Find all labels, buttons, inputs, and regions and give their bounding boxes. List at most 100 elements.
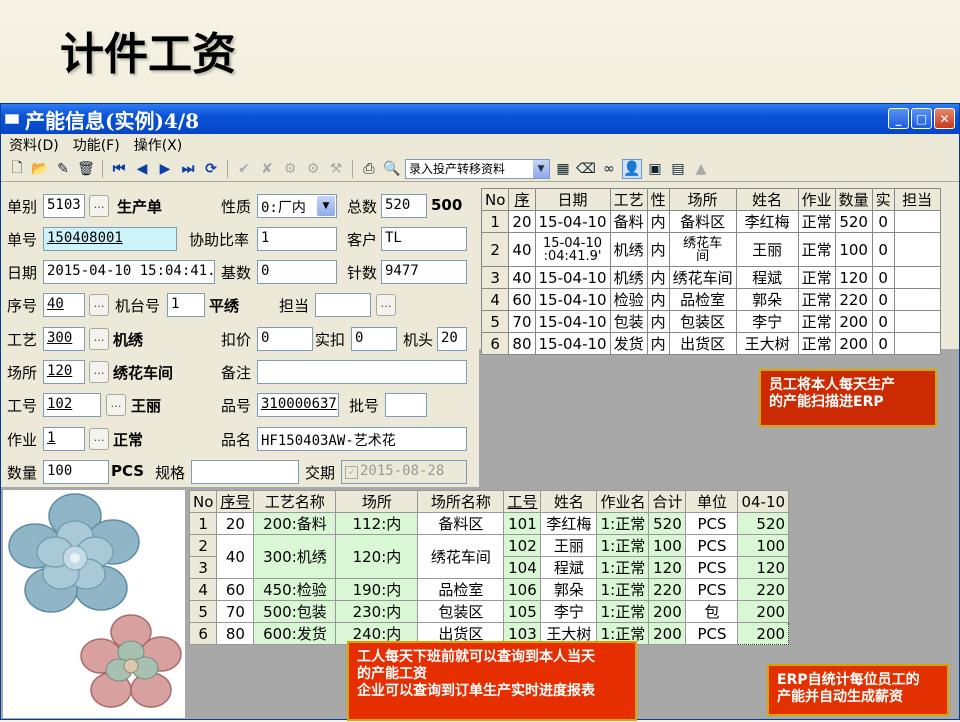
xiezhu-input[interactable]: 1 [257, 227, 337, 251]
grid2-header[interactable]: 合计 [648, 490, 687, 513]
confirm-icon[interactable]: ✔ [234, 159, 254, 179]
grid1-header[interactable]: 担当 [893, 188, 941, 211]
wage-summary-grid[interactable]: No 序号 工艺名称 场所 场所名称 工号 姓名 作业名 合计 单位 04-10… [188, 490, 790, 645]
kehu-input[interactable]: TL [381, 227, 467, 251]
open-folder-icon[interactable]: 📂 [30, 159, 50, 179]
gongyi-input[interactable]: 300 [43, 327, 85, 351]
grid1-header[interactable]: 实 [871, 188, 895, 211]
zuoye-lookup-button[interactable]: … [89, 428, 109, 450]
grid2-header[interactable]: 单位 [685, 490, 739, 513]
pinming-input[interactable]: HF150403AW-艺术花 [257, 427, 467, 451]
zhenshu-input[interactable]: 9477 [381, 260, 467, 284]
report-icon[interactable]: ▤ [668, 159, 688, 179]
next-record-icon[interactable]: ▶ [155, 159, 175, 179]
close-button[interactable]: ✕ [934, 108, 955, 129]
table-row[interactable]: 2 40 300:机绣 120:内 绣花车间 102 王丽 1:正常 100 P… [188, 534, 790, 579]
minimize-button[interactable]: _ [888, 108, 909, 129]
zongshu-input[interactable]: 520 [381, 194, 427, 218]
preview-icon[interactable]: 🔍 [382, 159, 402, 179]
koujia-input[interactable]: 0 [257, 327, 313, 351]
shuliang-input[interactable]: 100 [43, 460, 109, 484]
guige-input[interactable] [191, 460, 299, 484]
dandang-lookup-button[interactable]: … [376, 294, 396, 316]
table-row[interactable]: 3 40 15-04-10 机绣 内 绣花车间 程斌 正常 120 0 [480, 266, 941, 289]
unapprove-icon[interactable]: ⚙ [303, 159, 323, 179]
gonghao-lookup-button[interactable]: … [106, 394, 126, 416]
prev-record-icon[interactable]: ◀ [132, 159, 152, 179]
link-icon[interactable]: ∞ [599, 159, 619, 179]
user-icon[interactable]: 👤 [622, 158, 642, 179]
grid2-header[interactable]: 序号 [216, 490, 255, 513]
edit-icon[interactable]: ✎ [53, 159, 73, 179]
menu-function[interactable]: 功能(F) [73, 135, 120, 155]
cancel-icon[interactable]: ✘ [257, 159, 277, 179]
new-file-icon[interactable]: 🗋 [7, 159, 27, 179]
product-image [3, 490, 185, 718]
calculator-icon[interactable]: ▦ [553, 159, 573, 179]
table-row[interactable]: 5 70 500:包装 230:内 包装区 105 李宁 1:正常 200 包 … [188, 600, 790, 623]
grid1-header[interactable]: 姓名 [735, 188, 799, 211]
menu-data[interactable]: 资料(D) [9, 135, 59, 155]
jiaoqi-checkbox[interactable]: ✓ [345, 466, 358, 479]
menu-operation[interactable]: 操作(X) [134, 135, 183, 155]
danhao-input[interactable]: 150408001 [43, 227, 177, 251]
print-icon[interactable]: ⎙ [359, 159, 379, 179]
gonghao-input[interactable]: 102 [43, 393, 101, 417]
table-row[interactable]: 6 80 15-04-10 发货 内 出货区 王大树 正常 200 0 [480, 332, 941, 355]
grid1-header[interactable]: 序 [508, 188, 536, 211]
table-row[interactable]: 4 60 450:检验 190:内 品检室 106 郭朵 1:正常 220 PC… [188, 578, 790, 601]
grid2-header[interactable]: 姓名 [540, 490, 598, 513]
xuhao-input[interactable]: 40 [43, 293, 85, 317]
production-records-grid[interactable]: No 序 日期 工艺 性 场所 姓名 作业 数量 实 担当 1 20 15-04… [480, 188, 941, 355]
jishu-input[interactable]: 0 [257, 260, 337, 284]
changsuo-lookup-button[interactable]: … [89, 361, 109, 383]
grid2-header[interactable]: 工艺名称 [253, 490, 337, 513]
grid1-header[interactable]: 工艺 [609, 188, 648, 211]
chevron-down-icon[interactable]: ▼ [317, 196, 335, 216]
warning-icon[interactable]: ▲ [691, 159, 711, 179]
last-record-icon[interactable]: ⏭ [178, 159, 198, 179]
table-row[interactable]: 1 20 200:备料 112:内 备料区 101 李红梅 1:正常 520 P… [188, 512, 790, 535]
grid1-header[interactable]: 性 [646, 188, 670, 211]
window-menu-icon[interactable] [5, 114, 19, 124]
eraser-icon[interactable]: ⌫ [576, 159, 596, 179]
approve-icon[interactable]: ⚙ [280, 159, 300, 179]
jitou-input[interactable]: 20 [437, 327, 467, 351]
table-row[interactable]: 2 40 15-04-10:04:41.9' 机绣 内 绣花车间 王丽 正常 1… [480, 232, 941, 267]
grid1-header[interactable]: 数量 [834, 188, 873, 211]
toolbar-select[interactable]: 录入投产转移资料 ▼ [405, 158, 550, 179]
grid2-header[interactable]: 工号 [503, 490, 542, 513]
grid2-header[interactable]: 场所名称 [417, 490, 505, 513]
zuoye-input[interactable]: 1 [43, 427, 85, 451]
changsuo-input[interactable]: 120 [43, 360, 85, 384]
maximize-button[interactable]: □ [911, 108, 932, 129]
table-row[interactable]: 1 20 15-04-10 备料 内 备料区 李红梅 正常 520 0 [480, 210, 941, 233]
danbie-input[interactable]: 5103 [43, 194, 85, 218]
excel-icon[interactable]: ▣ [645, 159, 665, 179]
table-row[interactable]: 5 70 15-04-10 包装 内 包装区 李宁 正常 200 0 [480, 310, 941, 333]
grid1-header[interactable]: 日期 [534, 188, 611, 211]
grid1-header[interactable]: 场所 [668, 188, 737, 211]
pihao-input[interactable] [385, 393, 427, 417]
grid1-header[interactable]: No [480, 188, 510, 211]
grid1-header[interactable]: 作业 [797, 188, 836, 211]
refresh-icon[interactable]: ⟳ [201, 159, 221, 179]
pinhao-input[interactable]: 310000637 [257, 393, 339, 417]
tool-icon[interactable]: ⚒ [326, 159, 346, 179]
delete-icon[interactable]: 🗑 [76, 159, 96, 179]
xuhao-lookup-button[interactable]: … [89, 294, 109, 316]
first-record-icon[interactable]: ⏮ [109, 159, 129, 179]
beizhu-input[interactable] [257, 360, 467, 384]
grid2-header[interactable]: 场所 [335, 490, 419, 513]
gongyi-lookup-button[interactable]: … [89, 328, 109, 350]
jiaoqi-date-picker[interactable]: ✓ 2015-08-28 [341, 460, 467, 484]
grid2-header[interactable]: 作业名 [596, 490, 650, 513]
grid2-header[interactable]: No [188, 490, 218, 513]
jitai-input[interactable]: 1 [167, 293, 205, 317]
dandang-input[interactable] [315, 293, 371, 317]
table-row[interactable]: 4 60 15-04-10 检验 内 品检室 郭朵 正常 220 0 [480, 288, 941, 311]
grid2-header[interactable]: 04-10 [737, 490, 790, 513]
riqi-input[interactable]: 2015-04-10 15:04:41. [43, 260, 215, 284]
shikou-input[interactable]: 0 [351, 327, 397, 351]
danbie-lookup-button[interactable]: … [89, 195, 109, 217]
